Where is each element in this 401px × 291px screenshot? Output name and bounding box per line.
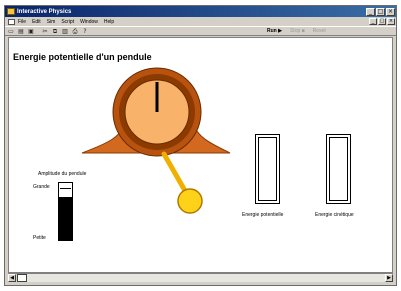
amplitude-label: Amplitude du pendule: [38, 171, 87, 177]
potential-energy-meter: [255, 134, 280, 204]
potential-energy-label: Energie potentielle: [242, 212, 284, 218]
kinetic-energy-fill: [329, 137, 348, 201]
amplitude-high-label: Grande: [33, 184, 50, 190]
amplitude-slider[interactable]: [58, 182, 73, 241]
amplitude-low-label: Petite: [33, 235, 46, 241]
pendulum-bob[interactable]: [177, 188, 203, 214]
potential-energy-fill: [258, 137, 277, 201]
kinetic-energy-meter: [326, 134, 351, 204]
amplitude-slider-handle[interactable]: [60, 188, 71, 189]
kinetic-energy-label: Energie cinétique: [315, 212, 354, 218]
amplitude-slider-track: [59, 183, 72, 198]
